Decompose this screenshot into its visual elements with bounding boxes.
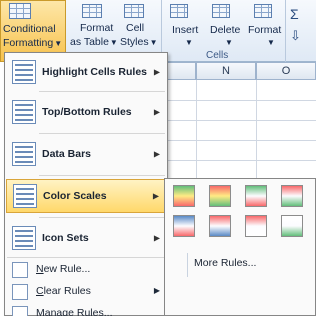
- format-as-table-icon: [82, 4, 102, 18]
- icon-sets-icon: [12, 226, 36, 250]
- format-button[interactable]: Format: [248, 24, 281, 36]
- color-scales-icon: [13, 184, 37, 208]
- submenu-arrow-icon: ▶: [153, 67, 160, 77]
- menu-item-label: Manage Rules...: [36, 307, 113, 316]
- menu-separator: [39, 175, 165, 176]
- color-scale-swatch[interactable]: [209, 185, 231, 207]
- dropdown-arrow-icon: ▼: [149, 38, 158, 47]
- conditional-formatting-label: Conditional: [3, 23, 56, 35]
- format-as-table-label: Format: [80, 22, 114, 34]
- dropdown-arrow-icon: ▼: [185, 38, 193, 47]
- menu-separator: [39, 217, 165, 218]
- manage-rules-icon: [12, 306, 28, 316]
- sum-icon[interactable]: Σ: [290, 6, 299, 22]
- delete-icon: [212, 4, 230, 18]
- color-scale-swatch[interactable]: [209, 215, 231, 237]
- color-scale-swatch[interactable]: [245, 215, 267, 237]
- highlight-cells-icon: [12, 60, 36, 84]
- menu-separator: [39, 91, 165, 92]
- menu-item-label: Data Bars: [42, 148, 92, 160]
- menu-item-label: Highlight Cells Rules: [42, 66, 148, 78]
- menu-item-manage-rules[interactable]: Manage Rules...: [6, 303, 166, 316]
- menu-item-label: Icon Sets: [42, 232, 89, 244]
- menu-item-icon-sets[interactable]: Icon Sets ▶: [6, 221, 166, 255]
- dropdown-arrow-icon: ▼: [109, 38, 118, 47]
- color-scale-swatch[interactable]: [173, 185, 195, 207]
- submenu-arrow-icon: ▶: [152, 191, 159, 201]
- menu-item-data-bars[interactable]: Data Bars ▶: [6, 137, 166, 171]
- dropdown-arrow-icon: ▼: [225, 38, 233, 47]
- cells-group-label: Cells: [206, 50, 229, 61]
- insert-button[interactable]: Insert: [172, 24, 198, 36]
- menu-item-new-rule[interactable]: New Rule...: [6, 259, 166, 281]
- cell-styles-label: Cell: [126, 22, 145, 34]
- menu-item-highlight-cells-rules[interactable]: Highlight Cells Rules ▶: [6, 55, 166, 89]
- conditional-formatting-menu: Highlight Cells Rules ▶ Top/Bottom Rules…: [4, 52, 168, 316]
- submenu-arrow-icon: ▶: [153, 107, 160, 117]
- menu-separator: [7, 257, 165, 258]
- column-header-o[interactable]: O: [256, 62, 316, 80]
- top-bottom-icon: [12, 100, 36, 124]
- dropdown-arrow-icon: ▼: [54, 39, 63, 48]
- clear-rules-icon: [12, 284, 28, 300]
- gridline: [160, 120, 316, 121]
- menu-item-label: Top/Bottom Rules: [42, 106, 132, 118]
- color-scales-submenu: More Rules...: [164, 178, 316, 316]
- editing-group: Σ ⇩: [286, 0, 316, 62]
- conditional-formatting-label-2: Formatting: [3, 37, 54, 49]
- color-scale-swatch[interactable]: [281, 185, 303, 207]
- conditional-formatting-icon: [9, 3, 31, 19]
- format-icon: [254, 4, 272, 18]
- submenu-arrow-icon: ▶: [153, 286, 160, 295]
- gridline: [160, 160, 316, 161]
- format-as-table-label-2: as Table: [70, 36, 109, 48]
- more-rules-label: More Rules...: [194, 257, 257, 269]
- delete-button[interactable]: Delete: [210, 24, 240, 36]
- cells-group: Insert Delete Format ▼ ▼ ▼ Cells: [162, 0, 286, 62]
- data-bars-icon: [12, 142, 36, 166]
- submenu-arrow-icon: ▶: [153, 149, 160, 159]
- menu-item-color-scales[interactable]: Color Scales ▶: [6, 179, 166, 213]
- color-scale-swatch[interactable]: [173, 215, 195, 237]
- dropdown-arrow-icon: ▼: [267, 38, 275, 47]
- menu-item-top-bottom-rules[interactable]: Top/Bottom Rules ▶: [6, 95, 166, 129]
- cell-styles-label-2: Styles: [120, 36, 149, 48]
- menu-item-label: Clear Rules: [36, 285, 91, 297]
- color-scale-swatch[interactable]: [281, 215, 303, 237]
- cell-styles-icon: [124, 4, 144, 18]
- more-rules-button[interactable]: More Rules...: [187, 253, 307, 277]
- menu-separator: [39, 133, 165, 134]
- color-scale-swatch[interactable]: [245, 185, 267, 207]
- menu-item-label: New Rule...: [36, 263, 91, 275]
- menu-item-label: Color Scales: [43, 190, 107, 202]
- gridline: [160, 140, 316, 141]
- fill-icon[interactable]: ⇩: [290, 28, 301, 44]
- column-header-n[interactable]: N: [196, 62, 256, 80]
- gridline: [160, 100, 316, 101]
- submenu-arrow-icon: ▶: [153, 233, 160, 243]
- new-rule-icon: [12, 262, 28, 278]
- menu-item-clear-rules[interactable]: Clear Rules ▶: [6, 281, 166, 303]
- insert-icon: [170, 4, 188, 18]
